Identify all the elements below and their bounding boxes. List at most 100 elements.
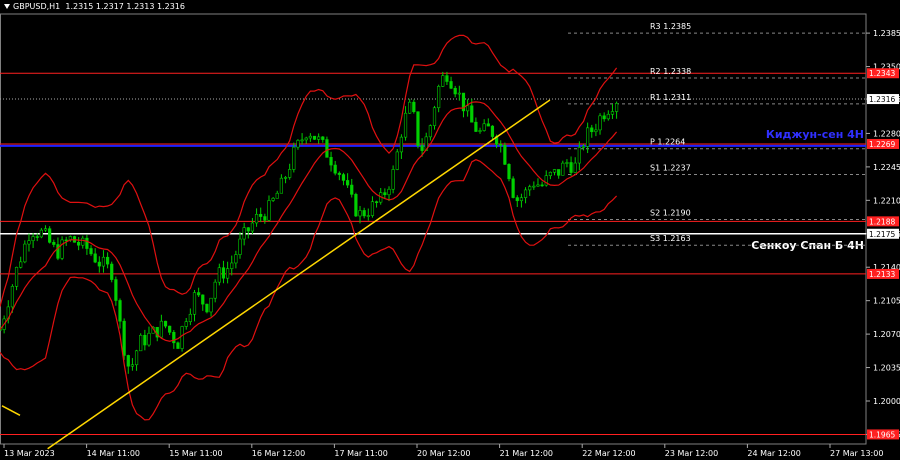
candle-body	[341, 174, 346, 181]
candle-body	[93, 253, 97, 263]
candle-body	[85, 237, 89, 249]
candle-body	[35, 236, 39, 238]
candle-body	[147, 332, 151, 346]
level-price-label: 1.1965	[869, 430, 895, 439]
candle-body	[221, 267, 226, 279]
candle-body	[602, 115, 606, 120]
candle-body	[279, 177, 283, 194]
candle-body	[614, 103, 619, 112]
y-tick-label: 1.2210	[873, 196, 900, 205]
x-tick-label: 16 Mar 12:00	[252, 449, 305, 458]
x-tick-label: 24 Mar 12:00	[747, 449, 800, 458]
candle-body	[470, 105, 474, 123]
candle-body	[43, 228, 48, 231]
candle-body	[267, 200, 271, 221]
y-tick-label: 1.2105	[873, 297, 900, 306]
candle-body	[366, 215, 370, 217]
candle-body	[478, 130, 482, 132]
candle-body	[503, 145, 507, 165]
candle-body	[312, 135, 317, 140]
level-price-label: 1.2133	[869, 270, 895, 279]
candle-body	[391, 169, 395, 190]
level-price-label: 1.2269	[869, 140, 895, 149]
candle-body	[548, 171, 552, 176]
candle-body	[234, 254, 238, 264]
candle-body	[139, 334, 143, 352]
candle-body	[540, 184, 544, 187]
candle-body	[321, 136, 325, 140]
candle-body	[408, 101, 412, 114]
y-tick-label: 1.2280	[873, 129, 900, 138]
candle-body	[519, 197, 524, 202]
candle-body	[242, 227, 246, 240]
price-chart[interactable]: 1.23851.23501.23161.22801.22451.22101.21…	[0, 0, 900, 460]
candle-body	[437, 86, 441, 109]
candle-body	[395, 151, 399, 170]
y-tick-label: 1.2070	[873, 330, 900, 339]
candle-body	[246, 227, 250, 232]
x-tick-label: 22 Mar 12:00	[582, 449, 635, 458]
level-price-label: 1.2175	[869, 230, 895, 239]
candle-body	[474, 121, 478, 132]
candle-body	[374, 201, 379, 203]
x-tick-label: 13 Mar 2023	[4, 449, 55, 458]
x-tick-label: 27 Mar 13:00	[830, 449, 883, 458]
candle-body	[445, 75, 449, 82]
level-price-label: 1.2188	[869, 217, 895, 226]
candle-body	[10, 286, 15, 308]
candle-body	[118, 300, 122, 322]
y-tick-label: 1.2385	[873, 29, 900, 38]
candle-body	[300, 139, 304, 142]
pivot-label: R1 1.2311	[650, 93, 691, 102]
candle-body	[114, 279, 118, 301]
y-tick-label: 1.2000	[873, 397, 900, 406]
x-tick-label: 17 Mar 11:00	[334, 449, 387, 458]
candle-body	[159, 320, 163, 338]
candle-body	[19, 261, 23, 268]
candle-body	[105, 256, 110, 265]
candle-body	[581, 146, 586, 148]
candle-body	[457, 92, 461, 95]
candle-body	[594, 129, 598, 133]
candle-body	[536, 184, 540, 187]
candle-body	[163, 320, 168, 327]
current-price-label: 1.2316	[869, 95, 895, 104]
y-tick-label: 1.2035	[873, 364, 900, 373]
candle-body	[27, 240, 31, 245]
candle-body	[122, 320, 126, 356]
candle-body	[565, 162, 569, 164]
candle-body	[168, 325, 172, 333]
candle-body	[238, 238, 242, 255]
candle-body	[89, 248, 93, 255]
bollinger-lower	[0, 159, 618, 421]
candle-body	[226, 268, 230, 279]
candle-body	[60, 239, 64, 259]
pivot-label: R2 1.2338	[650, 67, 691, 76]
candle-body	[507, 164, 511, 180]
y-tick-label: 1.2245	[873, 163, 900, 172]
candle-body	[350, 184, 354, 195]
x-tick-label: 23 Mar 12:00	[665, 449, 718, 458]
candle-body	[337, 172, 341, 175]
candle-body	[288, 169, 292, 178]
candle-body	[428, 125, 432, 138]
candle-body	[97, 261, 101, 267]
candle-body	[532, 185, 536, 188]
candle-body	[561, 162, 565, 176]
candle-body	[528, 186, 532, 191]
candle-body	[201, 294, 205, 305]
candle-body	[490, 125, 495, 137]
candle-body	[254, 214, 259, 224]
candle-body	[192, 292, 197, 315]
candle-body	[317, 136, 321, 140]
candle-body	[610, 111, 615, 115]
candle-body	[81, 237, 85, 246]
candle-body	[217, 267, 221, 283]
candle-body	[354, 194, 358, 217]
candle-body	[486, 123, 490, 127]
candle-body	[453, 87, 457, 95]
candle-body	[499, 144, 503, 146]
candle-body	[110, 263, 114, 280]
candle-body	[250, 222, 255, 232]
candle-body	[52, 242, 56, 245]
